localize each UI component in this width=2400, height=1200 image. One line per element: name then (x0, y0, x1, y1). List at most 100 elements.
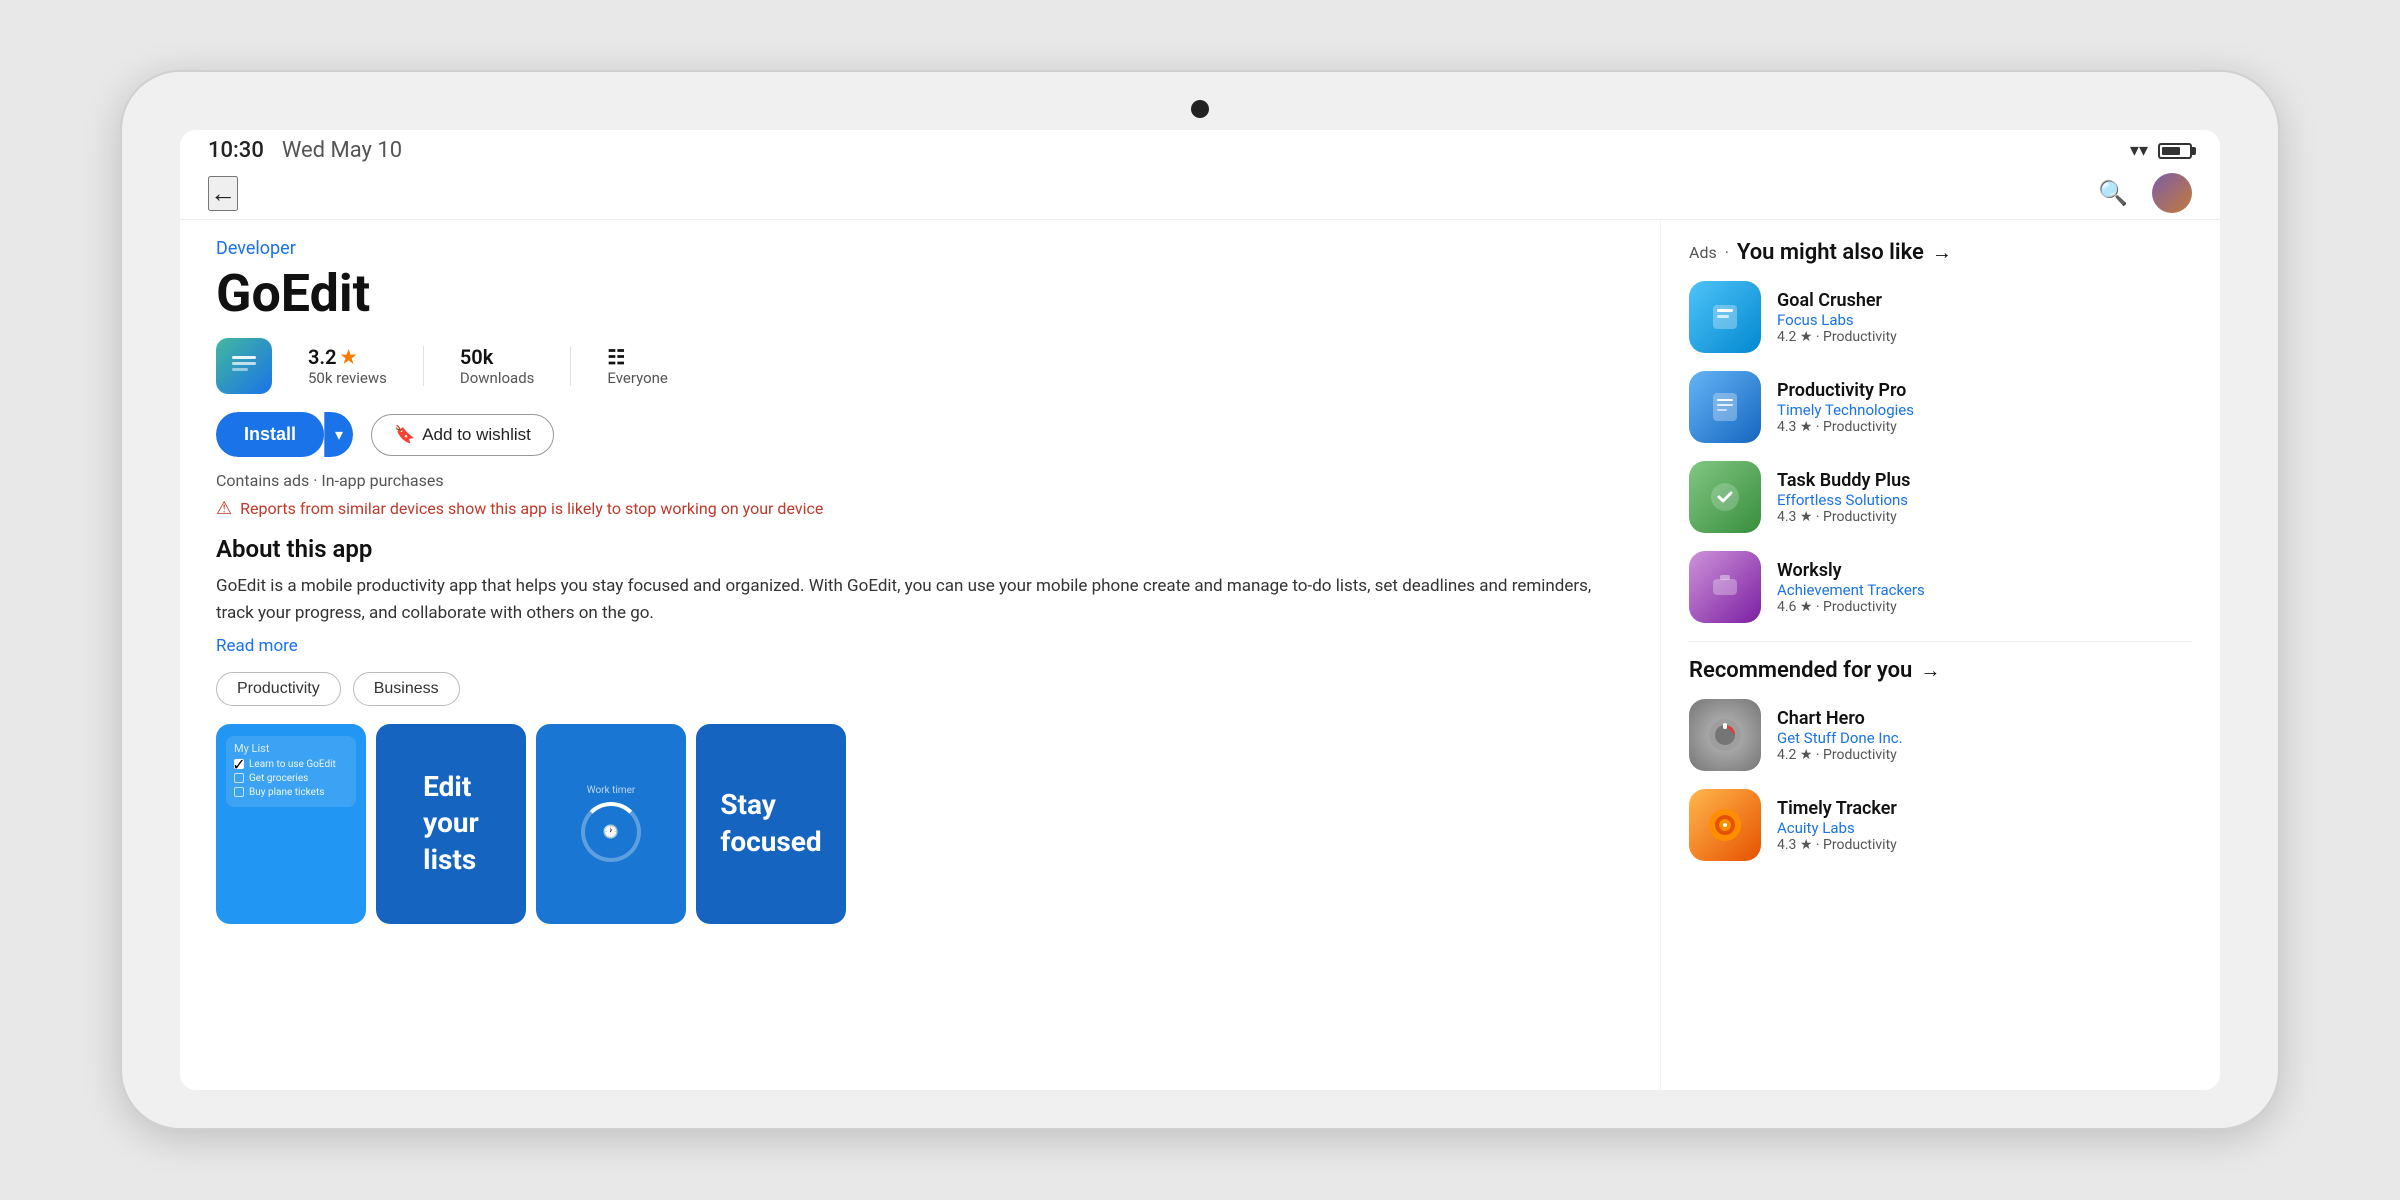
recommended-header: Recommended for you → (1689, 658, 2192, 683)
tablet-device: 10:30 Wed May 10 ▾▾ ← 🔍 Developer (120, 70, 2280, 1130)
task-buddy-meta: 4.3 ★ · Productivity (1777, 509, 1910, 525)
list-item-1: ✓ Learn to use GoEdit (234, 759, 348, 770)
tag-productivity[interactable]: Productivity (216, 672, 341, 706)
meta-audience: ☷ Everyone (607, 345, 667, 387)
wishlist-label: Add to wishlist (422, 425, 531, 445)
worksly-info: Worksly Achievement Trackers 4.6 ★ · Pro… (1777, 560, 1925, 615)
timely-tracker-info: Timely Tracker Acuity Labs 4.3 ★ · Produ… (1777, 798, 1897, 853)
tablet-screen: 10:30 Wed May 10 ▾▾ ← 🔍 Developer (180, 130, 2220, 1090)
worksly-name: Worksly (1777, 560, 1925, 581)
worksly-dev: Achievement Trackers (1777, 581, 1925, 599)
chart-hero-dev: Get Stuff Done Inc. (1777, 729, 1903, 747)
status-time: 10:30 (208, 138, 264, 163)
downloads-value: 50k (460, 345, 493, 369)
search-icon[interactable]: 🔍 (2098, 179, 2128, 207)
divider-1 (423, 346, 424, 386)
ads-separator: · (1725, 243, 1729, 262)
reviews-label: 50k reviews (308, 369, 387, 387)
productivity-pro-dev: Timely Technologies (1777, 401, 1914, 419)
edit-screenshot-text: Edityourlists (407, 753, 495, 894)
checkbox-1: ✓ (234, 759, 244, 769)
back-button[interactable]: ← (208, 176, 238, 211)
install-dropdown[interactable]: ▾ (324, 412, 353, 457)
goal-crusher-info: Goal Crusher Focus Labs 4.2 ★ · Producti… (1777, 290, 1897, 345)
warning-icon: ⚠ (216, 498, 232, 519)
wishlist-button[interactable]: 🔖 Add to wishlist (371, 414, 554, 456)
audience-label: Everyone (607, 369, 667, 387)
list-item-3: Buy plane tickets (234, 787, 348, 798)
divider-2 (570, 346, 571, 386)
ads-label: Ads (1689, 243, 1717, 262)
checkbox-3 (234, 787, 244, 797)
warning-text: Reports from similar devices show this a… (240, 499, 823, 518)
rating-value: 3.2 ★ (308, 345, 357, 369)
star-icon: ★ (341, 347, 357, 368)
app-item-worksly[interactable]: Worksly Achievement Trackers 4.6 ★ · Pro… (1689, 551, 2192, 623)
worksly-meta: 4.6 ★ · Productivity (1777, 599, 1925, 615)
timer-visual: Work timer 🕐 (536, 724, 686, 924)
might-also-like-arrow[interactable]: → (1932, 240, 1952, 265)
nav-bar: ← 🔍 (180, 167, 2220, 220)
timely-tracker-meta: 4.3 ★ · Productivity (1777, 837, 1897, 853)
timely-tracker-dev: Acuity Labs (1777, 819, 1897, 837)
list-item-text-2: Get groceries (249, 773, 308, 784)
downloads-label: Downloads (460, 369, 535, 387)
action-row: Install ▾ 🔖 Add to wishlist (216, 412, 1624, 457)
app-item-goal-crusher[interactable]: Goal Crusher Focus Labs 4.2 ★ · Producti… (1689, 281, 2192, 353)
timer-circle: 🕐 (581, 802, 641, 862)
chart-hero-info: Chart Hero Get Stuff Done Inc. 4.2 ★ · P… (1777, 708, 1903, 763)
task-buddy-info: Task Buddy Plus Effortless Solutions 4.3… (1777, 470, 1910, 525)
status-bar: 10:30 Wed May 10 ▾▾ (180, 130, 2220, 167)
goal-crusher-meta: 4.2 ★ · Productivity (1777, 329, 1897, 345)
app-item-chart-hero[interactable]: Chart Hero Get Stuff Done Inc. 4.2 ★ · P… (1689, 699, 2192, 771)
battery-icon (2158, 143, 2192, 159)
right-panel: Ads · You might also like → Goal Crusher… (1660, 220, 2220, 1090)
might-also-like-header: Ads · You might also like → (1689, 240, 2192, 265)
app-item-timely-tracker[interactable]: Timely Tracker Acuity Labs 4.3 ★ · Produ… (1689, 789, 2192, 861)
read-more-link[interactable]: Read more (216, 636, 1624, 656)
goal-crusher-icon (1689, 281, 1761, 353)
goal-crusher-dev: Focus Labs (1777, 311, 1897, 329)
task-buddy-icon (1689, 461, 1761, 533)
developer-link[interactable]: Developer (216, 238, 1624, 259)
timer-num: 🕐 (603, 825, 619, 840)
nav-actions: 🔍 (2098, 173, 2192, 213)
app-icon (216, 338, 272, 394)
audience-icon: ☷ (607, 345, 625, 369)
screenshot-edit: Edityourlists (376, 724, 526, 924)
avatar[interactable] (2152, 173, 2192, 213)
list-item-text-1: Learn to use GoEdit (249, 759, 336, 770)
chart-hero-name: Chart Hero (1777, 708, 1903, 729)
main-content: Developer GoEdit 3.2 (180, 220, 2220, 1090)
focus-screenshot-text: Stayfocused (720, 787, 821, 860)
productivity-pro-icon (1689, 371, 1761, 443)
app-item-productivity-pro[interactable]: Productivity Pro Timely Technologies 4.3… (1689, 371, 2192, 443)
status-date: Wed May 10 (282, 138, 402, 163)
app-meta-row: 3.2 ★ 50k reviews 50k Downloads ☷ Everyo… (216, 338, 1624, 394)
app-item-task-buddy[interactable]: Task Buddy Plus Effortless Solutions 4.3… (1689, 461, 2192, 533)
bookmark-icon: 🔖 (394, 425, 415, 445)
screenshot-list: My List ✓ Learn to use GoEdit Get grocer… (216, 724, 366, 924)
screenshots-row: My List ✓ Learn to use GoEdit Get grocer… (216, 724, 1624, 924)
task-buddy-name: Task Buddy Plus (1777, 470, 1910, 491)
chart-hero-meta: 4.2 ★ · Productivity (1777, 747, 1903, 763)
checkbox-2 (234, 773, 244, 783)
meta-rating: 3.2 ★ 50k reviews (308, 345, 387, 387)
ads-info: Contains ads · In-app purchases (216, 471, 1624, 490)
tag-row: Productivity Business (216, 672, 1624, 706)
recommended-arrow[interactable]: → (1920, 658, 1940, 683)
list-item-text-3: Buy plane tickets (249, 787, 324, 798)
camera (1191, 100, 1209, 118)
section-divider (1689, 641, 2192, 642)
about-title: About this app (216, 535, 1624, 563)
install-button[interactable]: Install (216, 412, 324, 457)
meta-downloads: 50k Downloads (460, 345, 535, 387)
about-text: GoEdit is a mobile productivity app that… (216, 573, 1624, 627)
tag-business[interactable]: Business (353, 672, 460, 706)
install-btn-group: Install ▾ (216, 412, 353, 457)
list-item-2: Get groceries (234, 773, 348, 784)
warning-row: ⚠ Reports from similar devices show this… (216, 498, 1624, 519)
productivity-pro-name: Productivity Pro (1777, 380, 1914, 401)
timer-label: Work timer (587, 785, 636, 796)
status-icons: ▾▾ (2130, 140, 2192, 161)
